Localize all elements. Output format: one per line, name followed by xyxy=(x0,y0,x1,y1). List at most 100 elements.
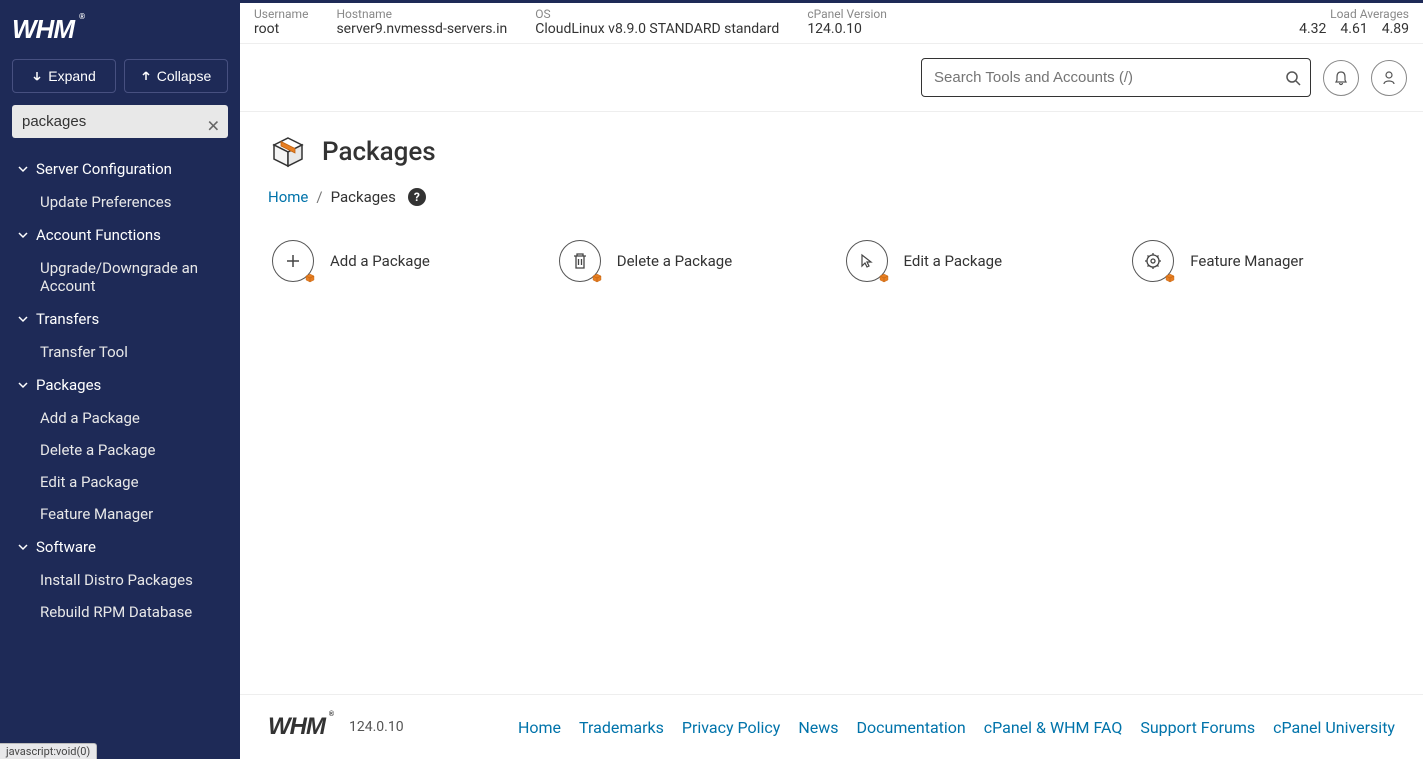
nav-item[interactable]: Delete a Package xyxy=(0,434,240,466)
nav-group-title: Packages xyxy=(36,376,101,394)
nav-item[interactable]: Edit a Package xyxy=(0,466,240,498)
status-tooltip: javascript:void(0) xyxy=(0,743,97,759)
chevron-down-icon xyxy=(18,230,30,240)
bell-icon xyxy=(1333,70,1349,86)
info-value: root xyxy=(254,21,308,37)
collapse-button[interactable]: Collapse xyxy=(124,59,228,93)
search-icon[interactable] xyxy=(1285,70,1301,86)
nav-item[interactable]: Transfer Tool xyxy=(0,336,240,368)
nav-group-header[interactable]: Server Configuration xyxy=(0,152,240,186)
load-values: 4.32 4.61 4.89 xyxy=(1299,21,1409,37)
action-item[interactable]: Feature Manager xyxy=(1128,236,1395,286)
sidebar-nav: Server ConfigurationUpdate Preferences Ac… xyxy=(0,148,240,759)
footer-link[interactable]: cPanel & WHM FAQ xyxy=(984,718,1123,737)
action-grid: Add a Package Delete a Package Edit a Pack… xyxy=(268,236,1395,286)
nav-item[interactable]: Update Preferences xyxy=(0,186,240,218)
action-label: Delete a Package xyxy=(617,252,732,270)
notifications-button[interactable] xyxy=(1323,60,1359,96)
package-icon xyxy=(268,132,308,172)
nav-group-header[interactable]: Packages xyxy=(0,368,240,402)
chevron-down-icon xyxy=(18,380,30,390)
expand-button[interactable]: Expand xyxy=(12,59,116,93)
info-label: Load Averages xyxy=(1299,7,1409,21)
nav-item[interactable]: Rebuild RPM Database xyxy=(0,596,240,628)
info-label: Hostname xyxy=(336,7,507,21)
footer-link[interactable]: Documentation xyxy=(857,718,966,737)
footer: WHM 124.0.10 Home Trademarks Privacy Polic… xyxy=(240,694,1423,759)
info-bar: Username root Hostname server9.nvmessd-s… xyxy=(240,0,1423,44)
load-value: 4.61 xyxy=(1340,21,1367,37)
user-icon xyxy=(1381,70,1397,86)
breadcrumb-current: Packages xyxy=(331,188,396,206)
nav-item[interactable]: Add a Package xyxy=(0,402,240,434)
action-item[interactable]: Add a Package xyxy=(268,236,535,286)
info-value: CloudLinux v8.9.0 STANDARD standard xyxy=(535,21,779,37)
info-value: server9.nvmessd-servers.in xyxy=(336,21,507,37)
package-badge-icon xyxy=(305,273,315,283)
info-hostname: Hostname server9.nvmessd-servers.in xyxy=(336,7,507,37)
user-menu-button[interactable] xyxy=(1371,60,1407,96)
pointer-icon xyxy=(846,240,888,282)
clear-search-icon[interactable]: ✕ xyxy=(207,116,220,135)
footer-link[interactable]: Trademarks xyxy=(579,718,664,737)
info-label: Username xyxy=(254,7,308,21)
trash-icon xyxy=(559,240,601,282)
action-label: Add a Package xyxy=(330,252,430,270)
info-load-averages: Load Averages 4.32 4.61 4.89 xyxy=(1299,7,1409,37)
arrow-up-icon xyxy=(141,71,151,81)
gear-icon xyxy=(1132,240,1174,282)
help-icon[interactable]: ? xyxy=(408,188,426,206)
footer-link[interactable]: News xyxy=(798,718,838,737)
breadcrumb: Home / Packages ? xyxy=(268,188,1395,206)
content: Packages Home / Packages ? Add a Package… xyxy=(240,112,1423,694)
info-os: OS CloudLinux v8.9.0 STANDARD standard xyxy=(535,7,779,37)
nav-item[interactable]: Feature Manager xyxy=(0,498,240,530)
page-title: Packages xyxy=(322,137,436,167)
breadcrumb-home[interactable]: Home xyxy=(268,188,308,206)
info-label: OS xyxy=(535,7,779,21)
info-value: 124.0.10 xyxy=(807,21,887,37)
search-input[interactable] xyxy=(921,58,1311,97)
chevron-down-icon xyxy=(18,164,30,174)
logo-area: WHM xyxy=(0,0,240,53)
breadcrumb-separator: / xyxy=(316,188,322,206)
arrow-down-icon xyxy=(32,71,42,81)
chevron-down-icon xyxy=(18,542,30,552)
nav-group-title: Transfers xyxy=(36,310,99,328)
page-title-row: Packages xyxy=(268,132,1395,172)
package-badge-icon xyxy=(592,273,602,283)
action-label: Edit a Package xyxy=(904,252,1003,270)
footer-link[interactable]: Home xyxy=(518,718,561,737)
load-value: 4.89 xyxy=(1382,21,1409,37)
nav-group-header[interactable]: Software xyxy=(0,530,240,564)
sidebar-search-wrap: ✕ xyxy=(0,105,240,148)
brand-logo[interactable]: WHM xyxy=(12,14,74,45)
action-item[interactable]: Delete a Package xyxy=(555,236,822,286)
expand-label: Expand xyxy=(48,68,95,84)
main: Username root Hostname server9.nvmessd-s… xyxy=(240,0,1423,759)
load-value: 4.32 xyxy=(1299,21,1326,37)
footer-link[interactable]: Privacy Policy xyxy=(682,718,781,737)
plus-icon xyxy=(272,240,314,282)
collapse-label: Collapse xyxy=(157,68,211,84)
package-badge-icon xyxy=(879,273,889,283)
footer-logo[interactable]: WHM xyxy=(268,713,325,741)
action-label: Feature Manager xyxy=(1190,252,1303,270)
footer-link[interactable]: cPanel University xyxy=(1273,718,1395,737)
chevron-down-icon xyxy=(18,314,30,324)
footer-link[interactable]: Support Forums xyxy=(1140,718,1255,737)
nav-item[interactable]: Upgrade/Downgrade an Account xyxy=(0,252,240,302)
nav-item[interactable]: Install Distro Packages xyxy=(0,564,240,596)
sidebar: WHM Expand Collapse ✕ Server Configurati… xyxy=(0,0,240,759)
nav-group-title: Software xyxy=(36,538,96,556)
footer-version: 124.0.10 xyxy=(349,719,404,735)
action-item[interactable]: Edit a Package xyxy=(842,236,1109,286)
nav-group-header[interactable]: Account Functions xyxy=(0,218,240,252)
info-cpanel-version: cPanel Version 124.0.10 xyxy=(807,7,887,37)
sidebar-search-input[interactable] xyxy=(12,105,228,138)
nav-group-header[interactable]: Transfers xyxy=(0,302,240,336)
header-row xyxy=(240,44,1423,112)
nav-group-title: Account Functions xyxy=(36,226,161,244)
footer-links: Home Trademarks Privacy Policy News Document… xyxy=(518,718,1395,737)
search-wrap xyxy=(921,58,1311,97)
